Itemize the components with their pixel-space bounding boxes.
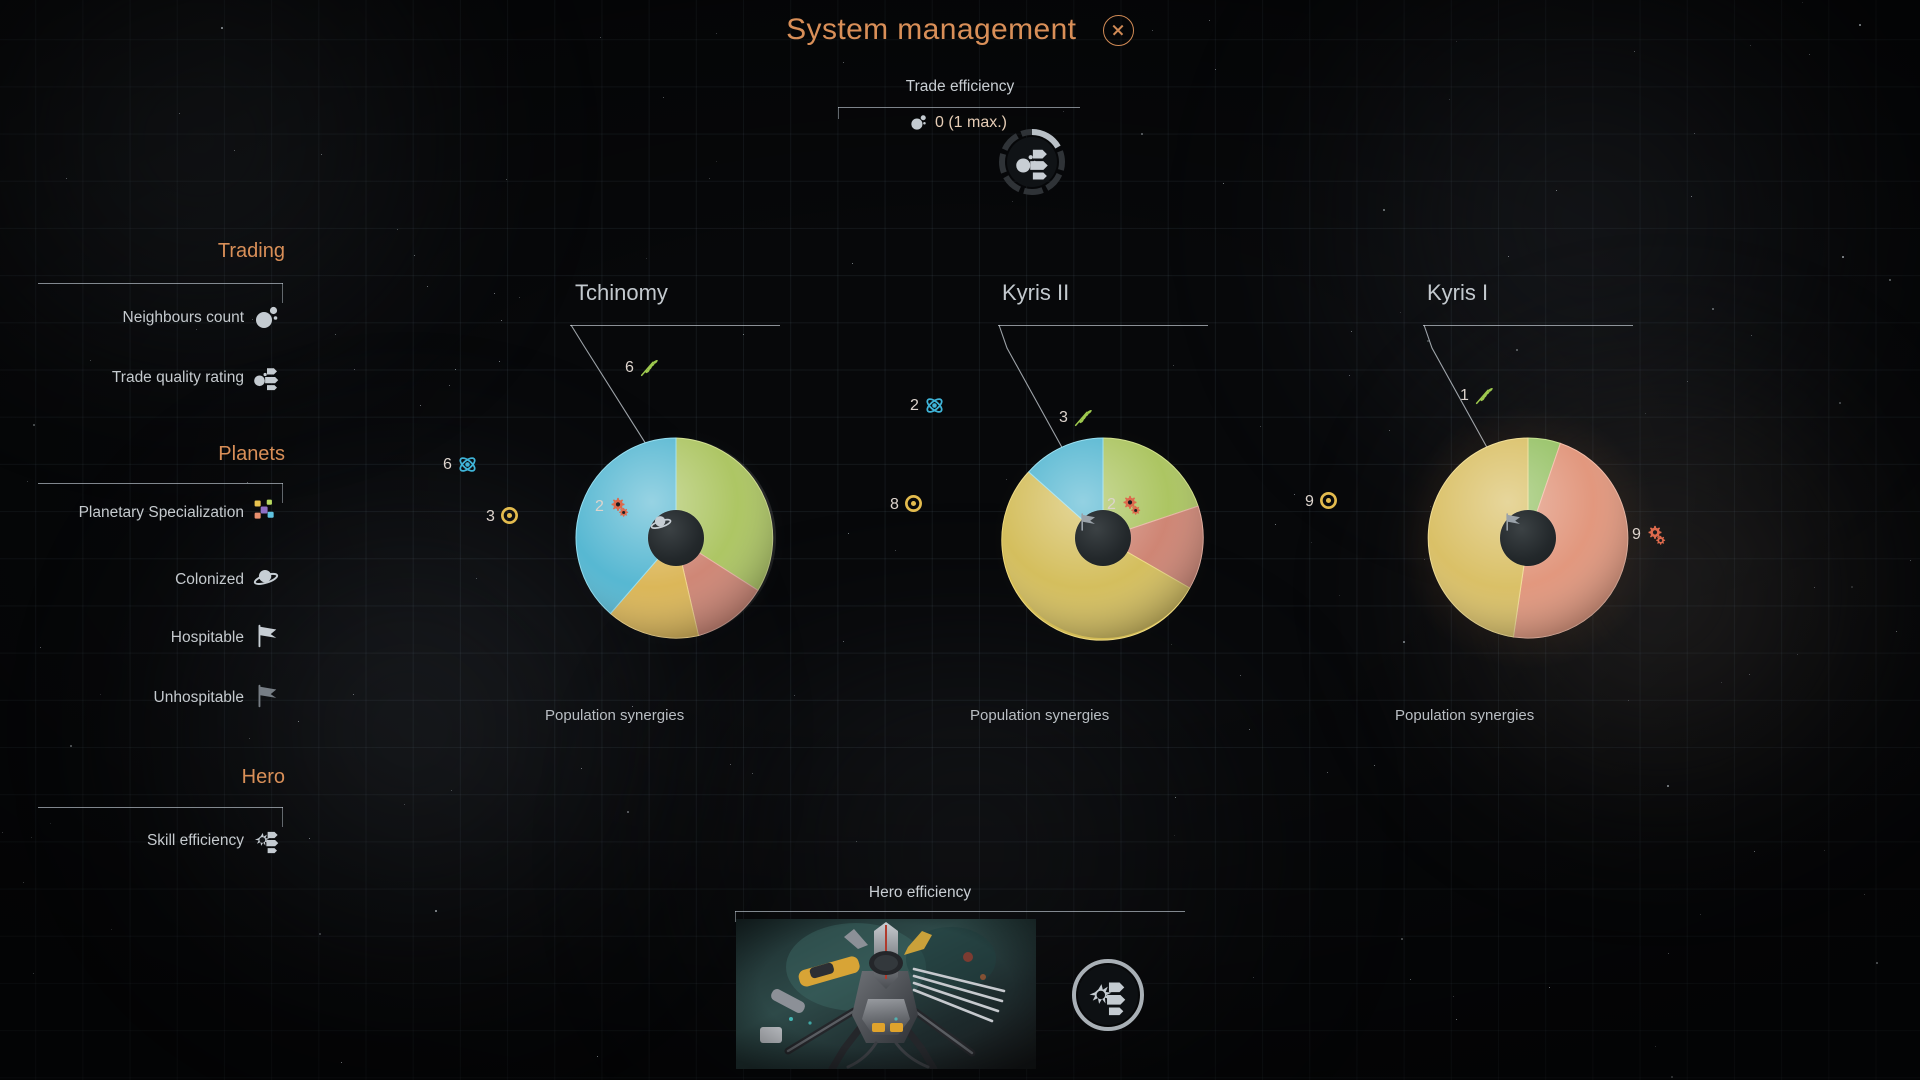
legend-item-unhospitable[interactable]: Unhospitable [32, 682, 282, 712]
hero-portrait[interactable] [736, 919, 1036, 1069]
stat-value: 9 [1632, 525, 1641, 543]
legend-section-rule [38, 283, 283, 303]
planet-center-icon [1500, 510, 1556, 566]
legend-item-label: Unhospitable [153, 688, 244, 706]
hero-efficiency-gauge[interactable] [1068, 955, 1148, 1035]
legend-section-title: Trading [217, 240, 285, 262]
trade-efficiency-label: Trade efficiency [905, 78, 1015, 95]
planet-name: Kyris I [1427, 280, 1489, 305]
science-icon [457, 454, 478, 475]
colonized-planet-icon [650, 516, 672, 530]
legend-section-planets: Planets [20, 443, 285, 466]
close-icon[interactable] [1102, 14, 1134, 46]
hero-efficiency-label: Hero efficiency [868, 884, 972, 901]
legend-item-label: Planetary Specialization [78, 503, 244, 521]
stat-value: 1 [1460, 386, 1469, 404]
science-icon [924, 395, 945, 416]
colonized-planet-icon [252, 564, 282, 594]
planet-pie-chart-1[interactable] [571, 433, 781, 643]
legend-section-rule [38, 483, 283, 503]
legend-panel: Trading Neighbours count Trade quality r… [0, 0, 300, 1080]
hero-efficiency-rule [735, 911, 1185, 922]
wheat-icon [1474, 385, 1495, 406]
legend-section-hero: Hero [20, 766, 285, 789]
legend-item-label: Hospitable [170, 628, 244, 646]
gears-icon [609, 496, 630, 517]
hospitable-flag-icon [1506, 513, 1520, 531]
gears-icon [1121, 494, 1142, 515]
wheat-icon [639, 357, 660, 378]
wheat-icon [1073, 407, 1094, 428]
trade-quality-icon [1011, 141, 1053, 183]
neighbours-count-icon [252, 302, 282, 332]
dust-icon [904, 494, 925, 515]
planet-stat-industry: 2 [1107, 494, 1142, 515]
page-title: System management [786, 13, 1077, 46]
stat-value: 6 [443, 455, 452, 473]
population-synergies-label: Population synergies [545, 707, 685, 724]
planet-center-icon [648, 510, 704, 566]
planet-name: Kyris II [1002, 280, 1070, 305]
planet-stat-food: 6 [625, 357, 660, 378]
planet-center-icon [1075, 510, 1131, 566]
hero-portrait-art [736, 919, 1036, 1069]
planet-stat-industry: 2 [595, 496, 630, 517]
legend-section-trading: Trading [20, 240, 285, 263]
legend-item-label: Skill efficiency [146, 831, 244, 849]
stat-value: 6 [625, 358, 634, 376]
planet-name: Tchinomy [575, 280, 668, 305]
trade-efficiency-rule [838, 107, 1080, 119]
planet-stat-science: 2 [910, 395, 945, 416]
legend-section-title: Planets [218, 443, 285, 465]
stat-value: 8 [890, 495, 899, 513]
dust-icon [500, 506, 521, 527]
legend-section-rule [38, 807, 283, 827]
legend-item-hospitable[interactable]: Hospitable [32, 622, 282, 652]
stat-value: 3 [486, 507, 495, 525]
planet-stat-industry: 9 [1632, 524, 1667, 545]
legend-item-trade-quality-rating[interactable]: Trade quality rating [32, 362, 282, 392]
stat-value: 2 [595, 497, 604, 515]
planet-stat-science: 6 [443, 454, 478, 475]
trade-quality-icon [252, 362, 282, 392]
planet-stat-food: 3 [1059, 407, 1094, 428]
planet-stat-food: 1 [1460, 385, 1495, 406]
planet-stat-dust: 9 [1305, 491, 1340, 512]
stat-value: 9 [1305, 492, 1314, 510]
specialization-icon [252, 497, 282, 527]
legend-item-colonized[interactable]: Colonized [32, 564, 282, 594]
planet-pie-chart-2[interactable] [998, 433, 1208, 643]
legend-item-label: Colonized [175, 570, 244, 588]
skill-efficiency-icon [1085, 972, 1131, 1018]
legend-section-title: Hero [241, 766, 285, 788]
neighbours-count-icon [909, 113, 928, 132]
unhospitable-flag-icon [252, 682, 282, 712]
legend-item-neighbours-count[interactable]: Neighbours count [32, 302, 282, 332]
hero-efficiency-label-wrap: Hero efficiency [680, 884, 1160, 902]
population-synergies-label: Population synergies [970, 707, 1110, 724]
stat-value: 2 [1107, 495, 1116, 513]
dust-icon [1319, 491, 1340, 512]
hospitable-flag-icon [252, 622, 282, 652]
planet-pie-chart-3[interactable] [1423, 433, 1633, 643]
legend-item-label: Neighbours count [122, 308, 245, 326]
legend-item-label: Trade quality rating [111, 368, 244, 386]
hospitable-flag-icon [1081, 513, 1095, 531]
trade-efficiency-header: Trade efficiency [840, 78, 1080, 96]
population-synergies-label: Population synergies [1395, 707, 1535, 724]
stat-value: 3 [1059, 408, 1068, 426]
legend-item-planetary-specialization[interactable]: Planetary Specialization [32, 497, 282, 527]
legend-item-skill-efficiency[interactable]: Skill efficiency [32, 825, 282, 855]
planet-stat-dust: 3 [486, 506, 521, 527]
stat-value: 2 [910, 396, 919, 414]
gears-icon [1646, 524, 1667, 545]
planet-stat-dust: 8 [890, 494, 925, 515]
trade-efficiency-gauge[interactable] [996, 126, 1068, 198]
skill-efficiency-icon [252, 825, 282, 855]
